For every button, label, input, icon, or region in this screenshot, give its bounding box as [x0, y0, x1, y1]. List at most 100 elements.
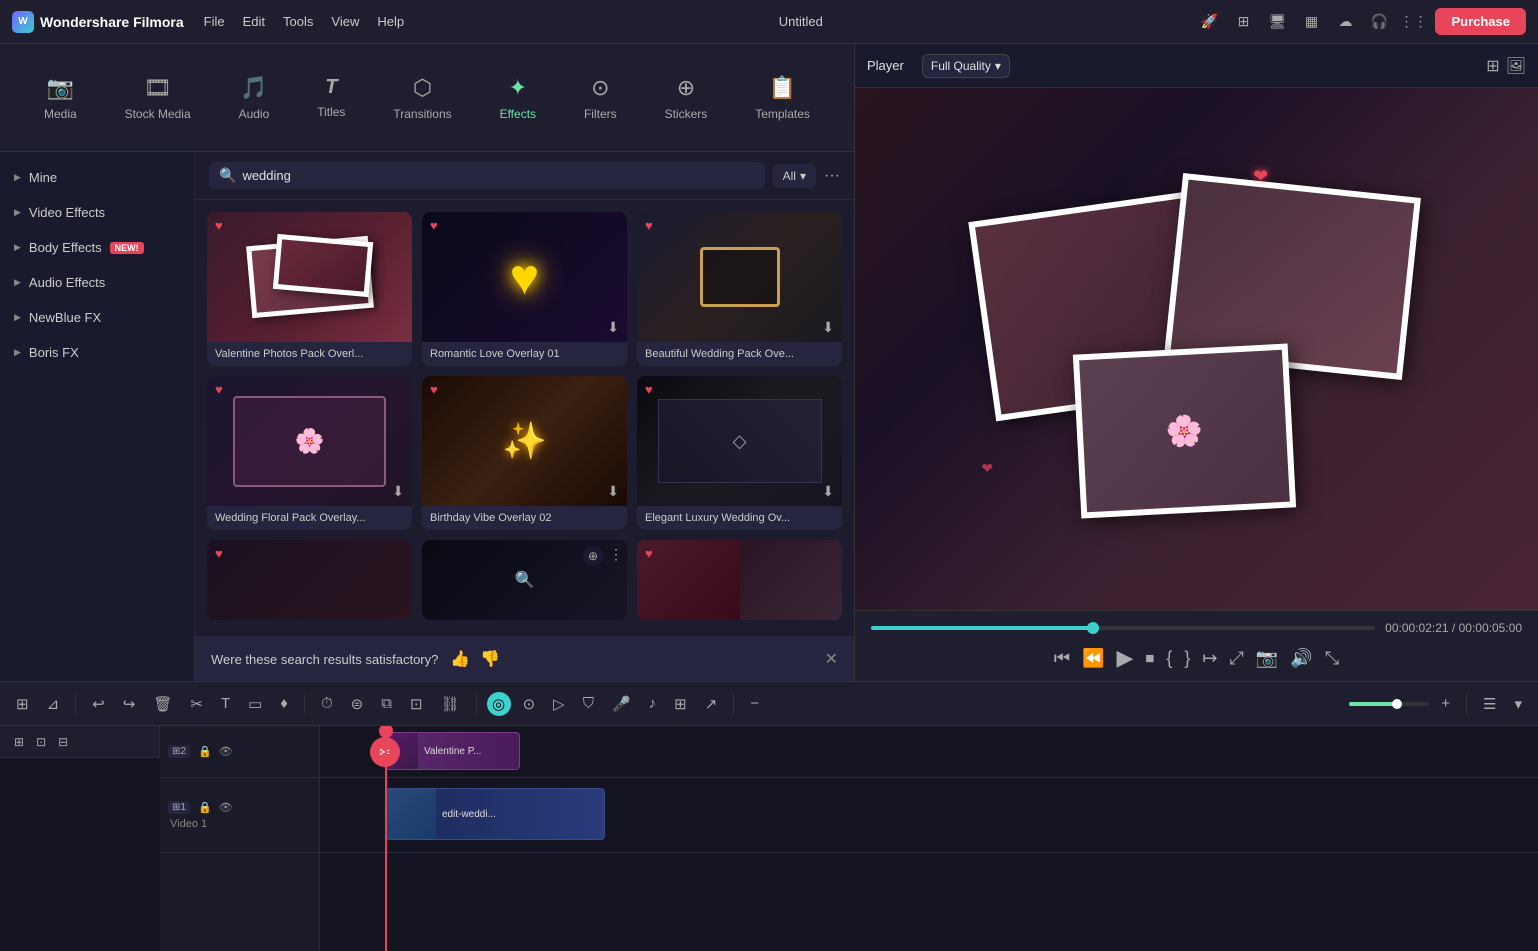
- add-track-button[interactable]: ⊞: [8, 731, 30, 753]
- eye-icon-1[interactable]: 👁: [219, 802, 233, 814]
- satisfaction-close-button[interactable]: ✕: [825, 649, 838, 669]
- apps-icon[interactable]: ⋮⋮: [1401, 10, 1425, 34]
- sidebar-item-audio-effects[interactable]: ▶ Audio Effects: [0, 265, 194, 300]
- step-back-button[interactable]: ⏪: [1082, 648, 1104, 669]
- color-wheel-button[interactable]: ◎: [487, 692, 511, 716]
- audio-track-button[interactable]: ♪: [643, 691, 663, 716]
- split-view-button[interactable]: ⊞: [10, 691, 35, 717]
- tab-effects[interactable]: ✦ Effects: [484, 67, 552, 129]
- effect-card-5[interactable]: ♥ ✨ ⬇ Birthday Vibe Overlay 02: [422, 376, 627, 530]
- titles-icon: T: [325, 76, 337, 99]
- valentine-clip[interactable]: Valentine P...: [385, 732, 520, 770]
- zoom-track[interactable]: [1349, 702, 1429, 706]
- volume-button[interactable]: 🔊: [1290, 648, 1312, 669]
- zoom-in-button[interactable]: +: [1435, 691, 1456, 716]
- stabilize-button[interactable]: ⊜: [345, 691, 370, 717]
- layout-icon[interactable]: ⊞: [1231, 10, 1255, 34]
- lock-icon-1[interactable]: 🔒: [198, 802, 212, 814]
- effect-card-6[interactable]: ♥ ◇ ⬇ Elegant Luxury Wedding Ov...: [637, 376, 842, 530]
- menu-view[interactable]: View: [331, 14, 359, 29]
- render-button[interactable]: ↦: [1202, 648, 1217, 669]
- tab-audio[interactable]: 🎵 Audio: [223, 67, 286, 129]
- effect-card-9[interactable]: ♥: [637, 540, 842, 620]
- effect-card-8[interactable]: 🔍 ⊕ ⋮: [422, 540, 627, 620]
- magnet-button[interactable]: ⊿: [41, 691, 66, 717]
- sidebar-item-boris-fx[interactable]: ▶ Boris FX: [0, 335, 194, 370]
- tab-stock-media[interactable]: 🎞 Stock Media: [109, 67, 207, 129]
- eye-icon-2[interactable]: 👁: [219, 746, 233, 758]
- grid-icon[interactable]: ▦: [1299, 10, 1323, 34]
- plugin-button[interactable]: ⊞: [668, 691, 693, 717]
- sidebar-item-body-effects[interactable]: ▶ Body Effects NEW!: [0, 230, 194, 265]
- track-filter-button[interactable]: ⊟: [52, 731, 74, 753]
- menu-file[interactable]: File: [204, 14, 225, 29]
- delete-button[interactable]: 🗑: [147, 691, 178, 717]
- fullscreen-button[interactable]: ⤢: [1230, 648, 1244, 669]
- subtitle-button[interactable]: ⊡: [404, 691, 429, 717]
- mask-button[interactable]: ♦: [274, 691, 294, 716]
- track-settings-button[interactable]: ⊡: [30, 731, 52, 753]
- menu-edit[interactable]: Edit: [243, 14, 265, 29]
- effect-card-1[interactable]: ♥ Valentine Photos Pack Overl...: [207, 212, 412, 366]
- undo-button[interactable]: ↩: [86, 691, 111, 717]
- player-panel: Player Full Quality ▾ ⊞ 🖼: [855, 44, 1538, 681]
- marker-out-button[interactable]: }: [1184, 648, 1190, 669]
- tab-stickers[interactable]: ⊕ Stickers: [649, 67, 724, 129]
- sidebar-item-video-effects[interactable]: ▶ Video Effects: [0, 195, 194, 230]
- track-number-1: ⊞1: [168, 801, 190, 814]
- menu-help[interactable]: Help: [377, 14, 404, 29]
- tab-filters[interactable]: ⊙ Filters: [568, 67, 633, 129]
- tab-media[interactable]: 📷 Media: [28, 67, 93, 129]
- monitor-icon[interactable]: 🖥: [1265, 10, 1289, 34]
- headphone-icon[interactable]: 🎧: [1367, 10, 1391, 34]
- go-to-start-button[interactable]: ⏮: [1054, 648, 1070, 669]
- zoom-handle[interactable]: [1392, 699, 1402, 709]
- effect-card-4[interactable]: ♥ 🌸 ⬇ Wedding Floral Pack Overlay...: [207, 376, 412, 530]
- crop-button[interactable]: ▭: [242, 691, 268, 717]
- quality-selector[interactable]: Full Quality ▾: [922, 54, 1010, 78]
- motion-button[interactable]: ▷: [547, 691, 571, 717]
- stop-button[interactable]: ⏹: [1145, 648, 1154, 669]
- mic-button[interactable]: 🎤: [606, 691, 637, 717]
- image-view-button[interactable]: 🖼: [1506, 56, 1526, 76]
- menu-tools[interactable]: Tools: [283, 14, 313, 29]
- effect-card-2[interactable]: ♥ ♥ ⬇ Romantic Love Overlay 01: [422, 212, 627, 366]
- redo-button[interactable]: ↪: [117, 691, 142, 717]
- sidebar-item-mine[interactable]: ▶ Mine: [0, 160, 194, 195]
- clone-button[interactable]: ⧉: [375, 691, 398, 716]
- lock-icon-2[interactable]: 🔒: [198, 746, 212, 758]
- more-button[interactable]: ▾: [1508, 691, 1528, 717]
- cloud-icon[interactable]: ☁: [1333, 10, 1357, 34]
- cut-button[interactable]: ✂: [184, 691, 209, 717]
- effect-card-3[interactable]: ♥ ⬇ Beautiful Wedding Pack Ove...: [637, 212, 842, 366]
- settings-button[interactable]: ⤡: [1325, 648, 1339, 669]
- tab-transitions[interactable]: ⬡ Transitions: [377, 67, 467, 129]
- rocket-icon[interactable]: 🚀: [1197, 10, 1221, 34]
- marker-in-button[interactable]: {: [1166, 648, 1172, 669]
- thumbs-down-icon[interactable]: 👎: [480, 649, 500, 669]
- list-view-button[interactable]: ☰: [1477, 691, 1502, 717]
- sidebar-item-newblue-fx[interactable]: ▶ NewBlue FX: [0, 300, 194, 335]
- shield-button[interactable]: ⛉: [577, 691, 600, 716]
- grid-view-button[interactable]: ⊞: [1486, 56, 1499, 76]
- screenshot-button[interactable]: 📷: [1256, 648, 1278, 669]
- purchase-button[interactable]: Purchase: [1435, 8, 1526, 35]
- fav-icon-4: ♥: [215, 382, 223, 397]
- tab-templates[interactable]: 📋 Templates: [739, 67, 826, 129]
- progress-track[interactable]: [871, 626, 1375, 630]
- tab-titles[interactable]: T Titles: [301, 68, 361, 127]
- play-button[interactable]: ▶: [1116, 645, 1133, 671]
- speed-button[interactable]: ⏱: [315, 691, 339, 716]
- thumbs-up-icon[interactable]: 👍: [450, 649, 470, 669]
- search-input[interactable]: [242, 168, 754, 183]
- progress-handle[interactable]: [1087, 622, 1099, 634]
- animation-button[interactable]: ⊙: [517, 691, 542, 717]
- export-button[interactable]: ↗: [699, 691, 724, 717]
- search-filter-dropdown[interactable]: All ▾: [773, 164, 816, 188]
- more-options-icon[interactable]: ···: [824, 167, 840, 185]
- effect-card-7[interactable]: ♥: [207, 540, 412, 620]
- video1-clip[interactable]: edit-weddi...: [385, 788, 605, 840]
- zoom-out-button[interactable]: −: [744, 691, 765, 716]
- text-button[interactable]: T: [215, 691, 236, 716]
- chain-button[interactable]: ⛓: [435, 691, 466, 717]
